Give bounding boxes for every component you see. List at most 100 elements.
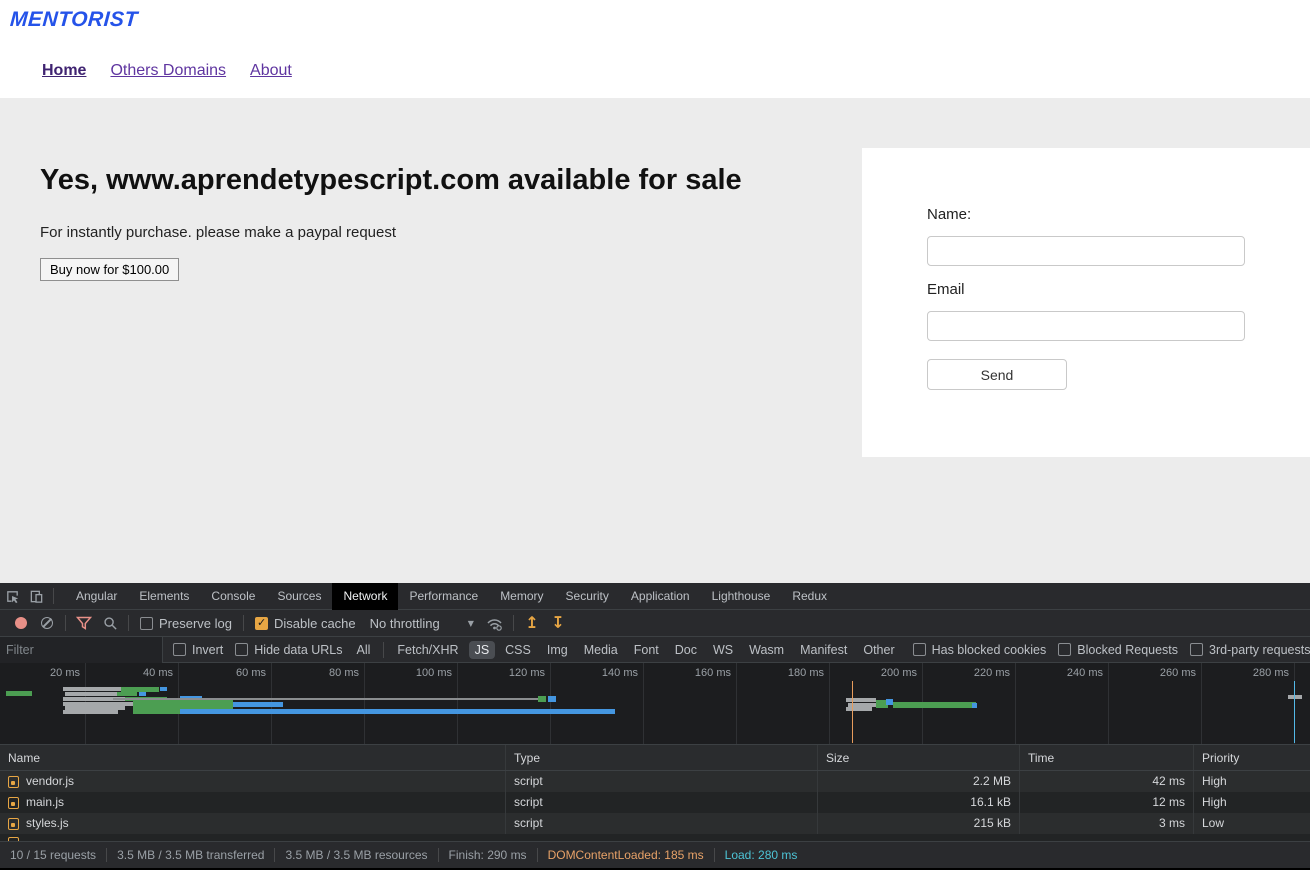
request-time: 12 ms xyxy=(1020,792,1194,813)
filter-type-js[interactable]: JS xyxy=(469,641,496,659)
tab-sources[interactable]: Sources xyxy=(266,583,332,610)
waterfall-bar xyxy=(233,702,283,707)
buy-now-button[interactable]: Buy now for $100.00 xyxy=(40,258,179,281)
checkbox-unchecked-icon xyxy=(140,617,153,630)
timeline-tick-label: 160 ms xyxy=(655,667,731,679)
nav-link-others-domains[interactable]: Others Domains xyxy=(110,62,226,80)
column-header-time[interactable]: Time xyxy=(1020,745,1194,770)
table-row-styles-js[interactable]: styles.jsscript215 kB3 msLow xyxy=(0,813,1310,834)
timeline-tick-label: 60 ms xyxy=(190,667,266,679)
filter-input[interactable] xyxy=(0,637,163,663)
page-title: Yes, www.aprendetypescript.com available… xyxy=(40,164,742,197)
tab-security[interactable]: Security xyxy=(555,583,620,610)
request-size: 16.1 kB xyxy=(818,792,1020,813)
inspect-element-icon[interactable] xyxy=(0,583,24,610)
contact-form-card: Name: Email Send xyxy=(862,148,1310,457)
tab-redux[interactable]: Redux xyxy=(781,583,838,610)
table-row-main-js[interactable]: main.jsscript16.1 kB12 msHigh xyxy=(0,792,1310,813)
filter-type-fetch-xhr[interactable]: Fetch/XHR xyxy=(391,641,464,659)
request-priority: High xyxy=(1194,792,1310,813)
import-har-icon[interactable]: ↥ xyxy=(521,612,543,634)
throttling-select[interactable]: No throttling ▼ xyxy=(370,616,474,631)
waterfall-bar xyxy=(6,691,32,696)
tab-performance[interactable]: Performance xyxy=(398,583,489,610)
network-conditions-icon[interactable] xyxy=(484,612,506,634)
filter-type-wasm[interactable]: Wasm xyxy=(743,641,790,659)
timeline-tick-label: 100 ms xyxy=(376,667,452,679)
request-size: 215 kB xyxy=(818,813,1020,834)
disable-cache-checkbox[interactable]: Disable cache xyxy=(255,616,356,631)
table-row-vendor-js[interactable]: vendor.jsscript2.2 MB42 msHigh xyxy=(0,771,1310,792)
timeline-gridline xyxy=(1015,663,1016,745)
waterfall-bar xyxy=(886,699,893,705)
preserve-log-checkbox[interactable]: Preserve log xyxy=(140,616,232,631)
checkbox-checked-icon xyxy=(255,617,268,630)
tab-application[interactable]: Application xyxy=(620,583,701,610)
filter-type-css[interactable]: CSS xyxy=(499,641,537,659)
tab-console[interactable]: Console xyxy=(200,583,266,610)
table-row-partial xyxy=(0,834,1310,841)
column-header-size[interactable]: Size xyxy=(818,745,1020,770)
record-button[interactable] xyxy=(10,612,32,634)
filter-type-manifest[interactable]: Manifest xyxy=(794,641,853,659)
export-har-icon[interactable]: ↧ xyxy=(547,612,569,634)
waterfall-bar xyxy=(160,687,167,691)
filter-type-media[interactable]: Media xyxy=(578,641,624,659)
column-header-type[interactable]: Type xyxy=(506,745,818,770)
timeline-gridline xyxy=(643,663,644,745)
filter-type-font[interactable]: Font xyxy=(628,641,665,659)
waterfall-bar xyxy=(117,692,137,696)
checkbox-unchecked-icon xyxy=(1058,643,1071,656)
request-priority: High xyxy=(1194,771,1310,792)
checkbox-unchecked-icon xyxy=(173,643,186,656)
nav-link-home[interactable]: Home xyxy=(42,62,86,80)
timeline-tick-label: 40 ms xyxy=(97,667,173,679)
column-header-priority[interactable]: Priority xyxy=(1194,745,1310,770)
tab-network[interactable]: Network xyxy=(332,583,398,610)
page: MENTORIST Home Others Domains About Yes,… xyxy=(0,0,1310,870)
request-name: vendor.js xyxy=(0,771,506,792)
request-time: 42 ms xyxy=(1020,771,1194,792)
tab-memory[interactable]: Memory xyxy=(489,583,554,610)
third-party-requests-checkbox[interactable]: 3rd-party requests xyxy=(1190,643,1310,657)
blocked-requests-checkbox[interactable]: Blocked Requests xyxy=(1058,643,1178,657)
network-overview[interactable]: 20 ms40 ms60 ms80 ms100 ms120 ms140 ms16… xyxy=(0,663,1310,745)
name-input[interactable] xyxy=(927,236,1245,266)
filter-type-img[interactable]: Img xyxy=(541,641,574,659)
filter-type-other[interactable]: Other xyxy=(857,641,900,659)
hide-data-urls-checkbox[interactable]: Hide data URLs xyxy=(235,643,342,657)
divider xyxy=(65,615,66,631)
filter-type-doc[interactable]: Doc xyxy=(669,641,703,659)
filter-toggle-icon[interactable] xyxy=(73,612,95,634)
clear-button[interactable] xyxy=(36,612,58,634)
column-header-name[interactable]: Name xyxy=(0,745,506,770)
search-icon[interactable] xyxy=(99,612,121,634)
email-input[interactable] xyxy=(927,311,1245,341)
timeline-tick-label: 120 ms xyxy=(469,667,545,679)
script-file-icon xyxy=(8,818,19,830)
divider xyxy=(714,848,715,862)
domcontentloaded-time: DOMContentLoaded: 185 ms xyxy=(548,848,704,862)
tab-lighthouse[interactable]: Lighthouse xyxy=(701,583,782,610)
request-name: main.js xyxy=(0,792,506,813)
table-header: Name Type Size Time Priority xyxy=(0,745,1310,771)
timeline-tick-label: 20 ms xyxy=(4,667,80,679)
devtools-tabs: AngularElementsConsoleSourcesNetworkPerf… xyxy=(65,583,838,610)
device-toolbar-icon[interactable] xyxy=(24,583,48,610)
purchase-note: For instantly purchase. please make a pa… xyxy=(40,224,396,241)
filter-type-ws[interactable]: WS xyxy=(707,641,739,659)
checkbox-unchecked-icon xyxy=(913,643,926,656)
waterfall-bar xyxy=(1288,695,1302,699)
waterfall-bar xyxy=(538,696,546,702)
has-blocked-cookies-label: Has blocked cookies xyxy=(932,643,1047,657)
has-blocked-cookies-checkbox[interactable]: Has blocked cookies xyxy=(913,643,1047,657)
filter-type-all[interactable]: All xyxy=(351,641,377,659)
timeline-gridline xyxy=(736,663,737,745)
timeline-tick-label: 200 ms xyxy=(841,667,917,679)
nav-link-about[interactable]: About xyxy=(250,62,292,80)
tab-angular[interactable]: Angular xyxy=(65,583,128,610)
tab-elements[interactable]: Elements xyxy=(128,583,200,610)
script-file-icon xyxy=(8,797,19,809)
invert-checkbox[interactable]: Invert xyxy=(173,643,223,657)
send-button[interactable]: Send xyxy=(927,359,1067,390)
